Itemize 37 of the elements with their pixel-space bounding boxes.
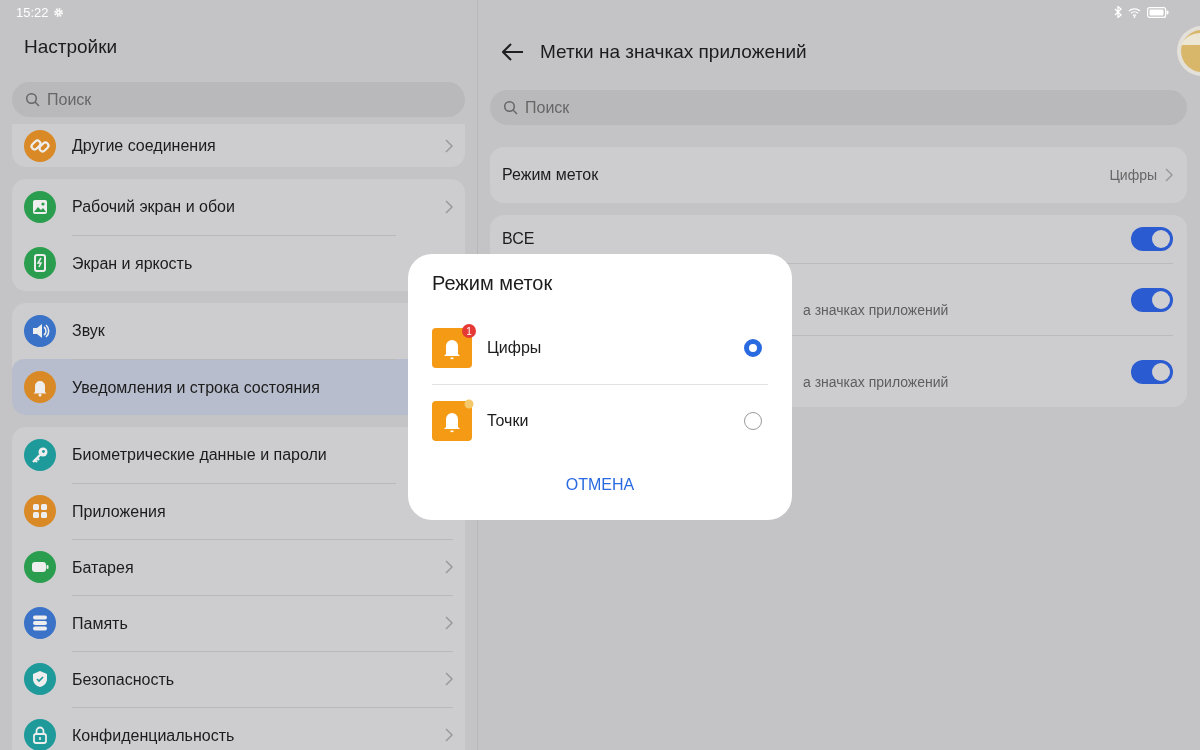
search-field[interactable]: Поиск	[490, 90, 1187, 125]
settings-item[interactable]: Конфиденциальность	[12, 707, 465, 750]
page-title: Метки на значках приложений	[540, 41, 807, 63]
search-icon	[503, 100, 519, 116]
bluetooth-icon	[1114, 6, 1122, 18]
toggle-switch[interactable]	[1131, 227, 1173, 251]
chevron-icon	[1165, 168, 1173, 182]
settings-item[interactable]: Память	[12, 595, 465, 651]
dialog-title: Режим меток	[432, 271, 554, 296]
wifi-icon	[1128, 6, 1141, 18]
settings-item[interactable]: Уведомления и строка состояния	[12, 359, 408, 415]
back-button[interactable]	[502, 43, 524, 61]
settings-item[interactable]: Безопасность	[12, 651, 465, 707]
toggle-label: ВСЕ	[502, 230, 536, 248]
search-icon	[25, 92, 41, 108]
cancel-button[interactable]: ОТМЕНА	[557, 472, 643, 498]
settings-item[interactable]: Рабочий экран и обои	[12, 179, 465, 235]
settings-title: Настройки	[23, 35, 119, 58]
toggle-switch[interactable]	[1131, 287, 1173, 312]
mode-option[interactable]: Точки	[432, 384, 768, 456]
toggle-switch[interactable]	[1131, 359, 1173, 384]
settings-item[interactable]: Другие соединения	[12, 124, 465, 167]
toggle-description: а значках приложений	[802, 301, 950, 318]
settings-item[interactable]: Биометрические данные и пароли	[12, 427, 408, 483]
settings-item[interactable]: Звук	[12, 303, 408, 359]
radio-button[interactable]	[744, 339, 762, 357]
badge-mode-row[interactable]: Режим меток Цифры	[490, 147, 1187, 203]
search-field[interactable]: Поиск	[12, 82, 465, 117]
gear-icon	[52, 6, 64, 18]
settings-item[interactable]: Батарея	[12, 539, 465, 595]
mode-option[interactable]: 1 Цифры	[432, 312, 768, 384]
back-arrow-icon	[502, 43, 524, 61]
toggle-description: а значках приложений	[802, 373, 950, 390]
settings-item[interactable]: Экран и яркость	[12, 235, 408, 291]
battery-icon	[1147, 6, 1169, 18]
clock: 15:22	[16, 4, 49, 20]
settings-item[interactable]: Приложения	[12, 483, 408, 539]
